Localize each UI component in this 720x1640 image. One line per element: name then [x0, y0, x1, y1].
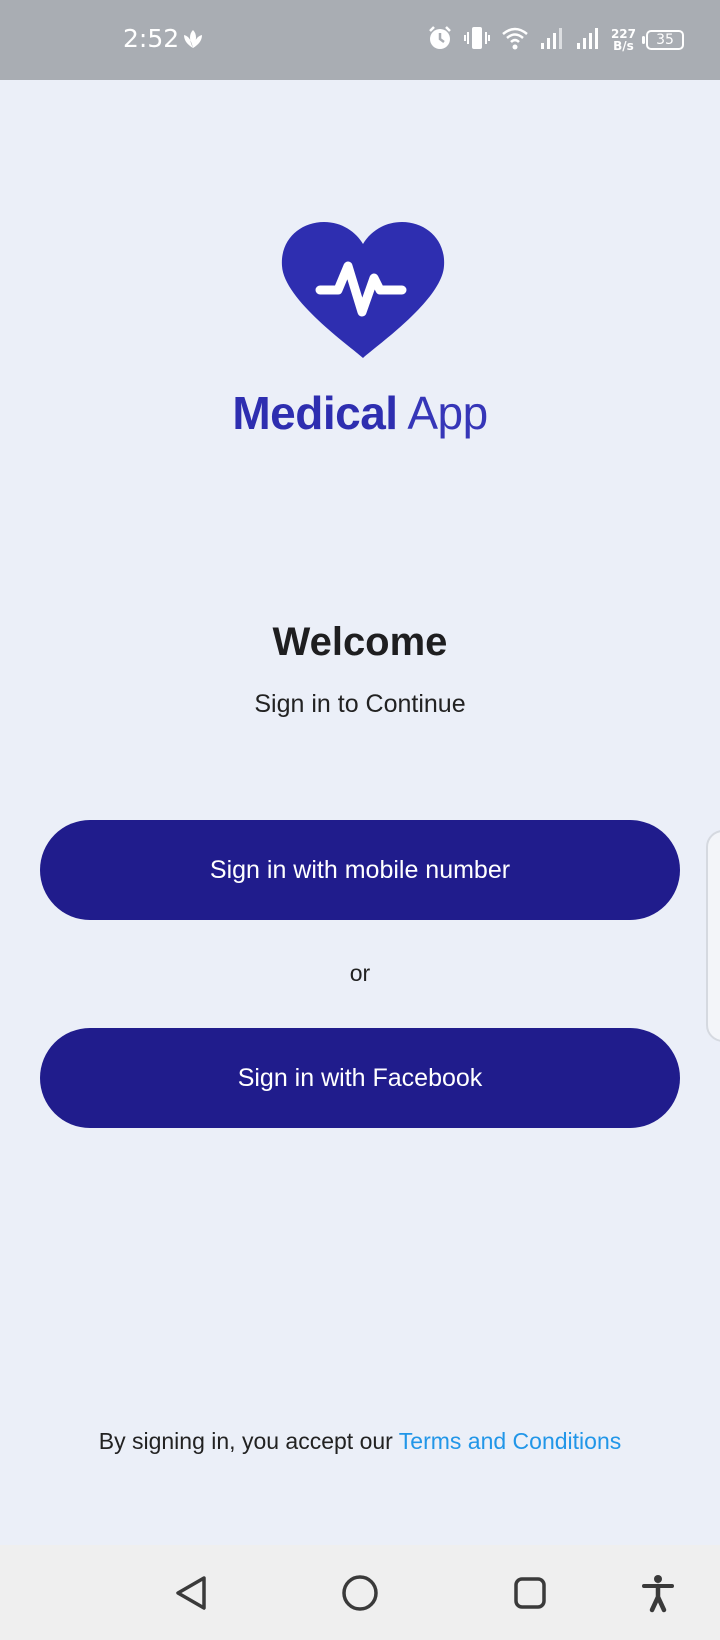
- back-icon[interactable]: [172, 1573, 212, 1618]
- net-speed-unit: B/s: [613, 39, 634, 53]
- welcome-title: Welcome: [272, 620, 448, 664]
- alarm-icon: [427, 25, 453, 56]
- leaf-icon: [180, 26, 206, 57]
- heart-pulse-icon: [280, 220, 446, 365]
- status-bar: 2:52 227 B/s 35: [0, 0, 720, 80]
- battery-icon: 35: [642, 30, 684, 50]
- welcome-subtitle: Sign in to Continue: [254, 690, 466, 718]
- navigation-bar: [0, 1545, 720, 1640]
- terms-prefix: By signing in, you accept our: [98, 1428, 393, 1454]
- home-icon[interactable]: [340, 1573, 380, 1618]
- terms-notice: By signing in, you accept our Terms and …: [0, 1428, 720, 1455]
- net-speed: 227 B/s: [611, 28, 636, 52]
- recents-icon[interactable]: [510, 1573, 550, 1618]
- status-time: 2:52: [123, 24, 180, 53]
- signal-icon: [575, 26, 601, 55]
- accessibility-icon[interactable]: [638, 1573, 678, 1618]
- edge-panel-handle[interactable]: [706, 830, 720, 1042]
- app-name: Medical App: [0, 386, 720, 440]
- vibrate-icon: [463, 25, 491, 56]
- sign-in-facebook-button[interactable]: Sign in with Facebook: [40, 1028, 680, 1128]
- sign-in-mobile-button[interactable]: Sign in with mobile number: [40, 820, 680, 920]
- app-name-bold: Medical: [232, 387, 398, 439]
- signal-icon: [539, 26, 565, 55]
- or-separator: or: [349, 960, 371, 986]
- terms-link[interactable]: Terms and Conditions: [399, 1428, 621, 1454]
- wifi-icon: [501, 25, 529, 56]
- app-name-light: App: [407, 387, 488, 439]
- status-icons: 227 B/s 35: [427, 24, 684, 56]
